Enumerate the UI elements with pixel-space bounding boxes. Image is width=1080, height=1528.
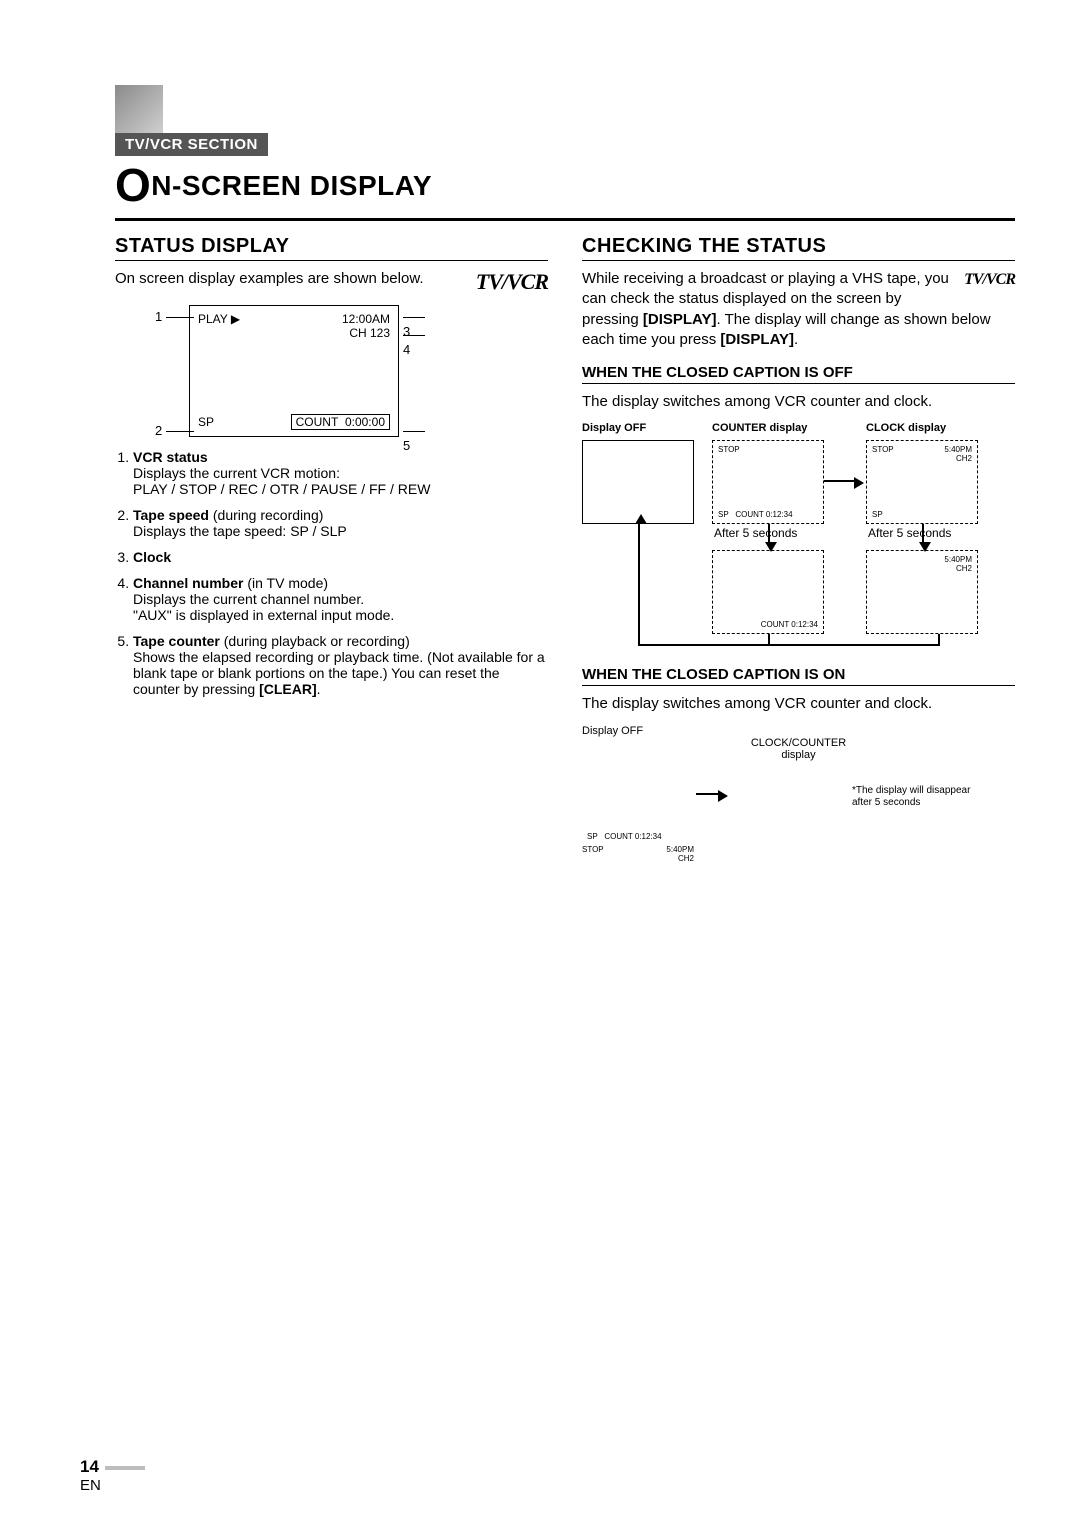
title-rule bbox=[115, 218, 1015, 221]
osd-sp: SP bbox=[198, 415, 214, 429]
intro-row: On screen display examples are shown bel… bbox=[115, 269, 548, 295]
box-counter: STOP SP COUNT 0:12:34 bbox=[712, 440, 824, 524]
footer-bar bbox=[105, 1466, 145, 1470]
feature-item-1: VCR statusDisplays the current VCR motio… bbox=[133, 449, 548, 497]
heading-rule bbox=[115, 260, 548, 261]
flow-cc-off: Display OFF COUNTER display CLOCK displa… bbox=[582, 422, 1015, 652]
callout-1: 1 bbox=[155, 309, 194, 324]
callout-5: 5 bbox=[403, 423, 435, 453]
checking-status-heading: CHECKING THE STATUS bbox=[582, 235, 1015, 258]
disappear-note: *The display will disappear after 5 seco… bbox=[852, 785, 992, 809]
osd-count-value: 0:00:00 bbox=[345, 415, 385, 429]
loop-join2 bbox=[768, 634, 770, 646]
page-number: 14 bbox=[80, 1457, 99, 1476]
feature-item-3: Clock bbox=[133, 549, 548, 565]
cc-off-heading: WHEN THE CLOSED CAPTION IS OFF bbox=[582, 364, 1015, 381]
page-footer: 14 EN bbox=[80, 1457, 145, 1494]
arrow-right-1 bbox=[824, 480, 854, 482]
osd-channel: CH 123 bbox=[198, 326, 390, 340]
lbl-clockcounter: CLOCK/COUNTER display bbox=[582, 737, 1015, 761]
arrow-down-1 bbox=[768, 524, 770, 542]
osd-time: 12:00AM bbox=[342, 312, 390, 326]
osd-count-label: COUNT bbox=[296, 415, 339, 429]
after5-1: After 5 seconds bbox=[714, 526, 797, 540]
lbl-clock: CLOCK display bbox=[866, 422, 946, 434]
status-display-heading: STATUS DISPLAY bbox=[115, 235, 548, 258]
columns: STATUS DISPLAY On screen display example… bbox=[115, 235, 1015, 845]
box-clock: STOP 5:40PMCH2 SP bbox=[866, 440, 978, 524]
feature-list: VCR statusDisplays the current VCR motio… bbox=[115, 449, 548, 697]
heading-rule-2 bbox=[582, 260, 1015, 261]
loop-join bbox=[938, 634, 940, 646]
sub-rule-1 bbox=[582, 383, 1015, 384]
flow-cc-on: Display OFF CLOCK/COUNTER display STOP 5… bbox=[582, 725, 1015, 845]
box-counter-2: COUNT 0:12:34 bbox=[712, 550, 824, 634]
box-clock-2: 5:40PMCH2 bbox=[866, 550, 978, 634]
arrow-right-2 bbox=[696, 793, 718, 795]
after5-2: After 5 seconds bbox=[868, 526, 951, 540]
left-column: STATUS DISPLAY On screen display example… bbox=[115, 235, 548, 845]
osd-screen: PLAY ▶ 12:00AM CH 123 SP COUNT 0:00:00 bbox=[189, 305, 399, 437]
page-lang: EN bbox=[80, 1477, 101, 1494]
cc-on-body: The display switches among VCR counter a… bbox=[582, 694, 1015, 714]
arrow-up-loop bbox=[638, 524, 640, 525]
lbl-counter: COUNTER display bbox=[712, 422, 807, 434]
feature-item-5: Tape counter (during playback or recordi… bbox=[133, 633, 548, 697]
sub-rule-2 bbox=[582, 685, 1015, 686]
feature-item-2: Tape speed (during recording)Displays th… bbox=[133, 507, 548, 539]
callout-4: 4 bbox=[403, 327, 435, 357]
cc-on-heading: WHEN THE CLOSED CAPTION IS ON bbox=[582, 666, 1015, 683]
page-title: ON-SCREEN DISPLAY bbox=[115, 158, 1015, 212]
loop-v bbox=[638, 524, 640, 644]
section-tag: TV/VCR SECTION bbox=[115, 133, 268, 156]
box-clockcounter: STOP 5:40PMCH2 SP COUNT 0:12:34 bbox=[582, 845, 694, 929]
loop-h bbox=[638, 644, 938, 646]
manual-page: TV/VCR SECTION ON-SCREEN DISPLAY STATUS … bbox=[0, 0, 1080, 1528]
status-intro: On screen display examples are shown bel… bbox=[115, 269, 466, 289]
osd-diagram: PLAY ▶ 12:00AM CH 123 SP COUNT 0:00:00 1… bbox=[155, 305, 435, 437]
arrow-down-2 bbox=[922, 524, 924, 542]
lbl-display-off-2: Display OFF bbox=[582, 725, 1015, 737]
callout-2: 2 bbox=[155, 423, 194, 438]
lbl-display-off: Display OFF bbox=[582, 422, 646, 434]
title-initial: O bbox=[115, 158, 151, 212]
feature-item-4: Channel number (in TV mode)Displays the … bbox=[133, 575, 548, 623]
decorative-corner bbox=[115, 85, 163, 133]
osd-count-box: COUNT 0:00:00 bbox=[291, 414, 390, 430]
tv-vcr-logo: TV/VCR bbox=[476, 269, 548, 295]
checking-intro: While receiving a broadcast or playing a… bbox=[582, 269, 1015, 350]
play-icon: ▶ bbox=[231, 312, 240, 326]
tv-vcr-logo-inline: TV/VCR bbox=[964, 269, 1015, 291]
title-rest: N-SCREEN DISPLAY bbox=[151, 170, 432, 201]
box-display-off bbox=[582, 440, 694, 524]
osd-play: PLAY bbox=[198, 312, 228, 326]
cc-off-body: The display switches among VCR counter a… bbox=[582, 392, 1015, 412]
right-column: CHECKING THE STATUS While receiving a br… bbox=[582, 235, 1015, 845]
